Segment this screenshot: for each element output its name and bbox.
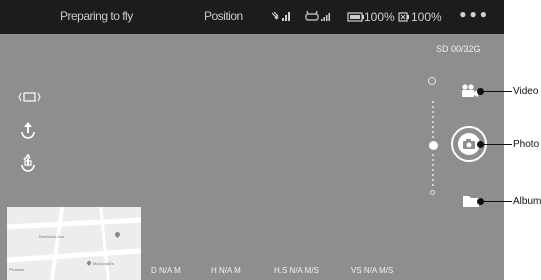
remote-signal-icon xyxy=(305,10,333,25)
video-camera-icon[interactable] xyxy=(461,84,479,103)
map-label: Pinnacle xyxy=(9,267,25,272)
camera-view: Preparing to fly Position 100% 100% ●●● … xyxy=(0,0,504,280)
callout-line xyxy=(482,201,512,202)
storage-indicator: SD 00/32G xyxy=(436,44,481,54)
photo-callout-label: Photo xyxy=(513,139,540,150)
controller-battery-indicator: 100% xyxy=(398,10,442,24)
video-callout-label: Video xyxy=(513,86,539,97)
zoom-min-icon xyxy=(430,190,435,195)
distance-readout: D N/A M xyxy=(151,266,181,275)
horizontal-speed-readout: H.S N/A M/S xyxy=(274,266,319,275)
gimbal-slider[interactable] xyxy=(429,79,438,195)
flight-status-text: Preparing to fly xyxy=(60,9,133,23)
map-label: McDonald's xyxy=(93,261,114,266)
vertical-speed-readout: VS N/A M/S xyxy=(351,266,394,275)
map-pin-icon xyxy=(113,230,122,239)
gps-signal-icon xyxy=(270,10,292,25)
mini-map[interactable]: Northrock Ave McDonald's Pinnacle xyxy=(7,207,141,280)
aspect-ratio-icon[interactable] xyxy=(18,90,42,106)
map-label: Northrock Ave xyxy=(39,234,65,239)
drone-battery-indicator: 100% xyxy=(347,10,395,24)
top-status-bar: Preparing to fly Position 100% 100% ●●● xyxy=(0,0,504,34)
controller-battery-icon xyxy=(398,12,409,22)
drone-battery-icon xyxy=(347,12,364,22)
drone-battery-value: 100% xyxy=(364,10,395,24)
album-callout-label: Album xyxy=(513,196,541,207)
flight-mode-text[interactable]: Position xyxy=(204,9,243,23)
controller-battery-value: 100% xyxy=(411,10,442,24)
callout-line xyxy=(482,91,512,92)
takeoff-icon[interactable] xyxy=(18,120,38,143)
more-dots-icon[interactable]: ●●● xyxy=(459,7,490,21)
gimbal-slider-knob[interactable] xyxy=(429,141,438,150)
return-home-icon[interactable] xyxy=(18,153,38,176)
height-readout: H N/A M xyxy=(211,266,241,275)
callout-line xyxy=(482,144,512,145)
map-pin-icon xyxy=(86,260,92,266)
